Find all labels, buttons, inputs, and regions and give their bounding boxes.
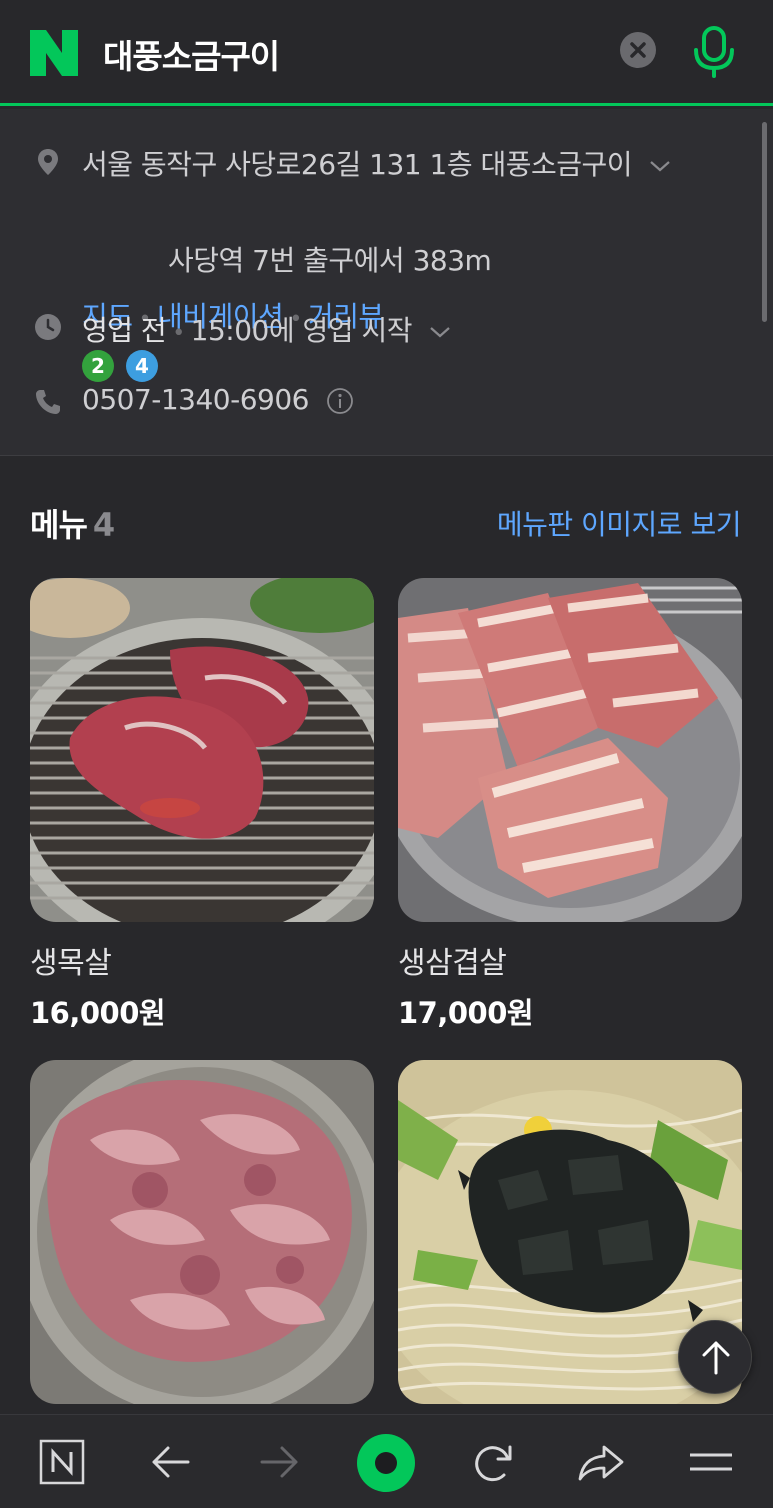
menu-item-photo[interactable]	[398, 578, 742, 922]
address-text: 서울 동작구 사당로26길 131 1층 대풍소금구이	[82, 148, 633, 181]
menu-section-title: 메뉴 4	[30, 500, 115, 546]
menu-item-price: 16,000원	[30, 996, 166, 1030]
microphone-icon[interactable]	[690, 24, 738, 80]
address-row[interactable]: 서울 동작구 사당로26길 131 1층 대풍소금구이	[82, 143, 672, 183]
subway-line-2-badge: 2	[82, 350, 114, 382]
search-header: 대풍소금구이	[0, 0, 773, 106]
business-status: 영업 전	[82, 314, 167, 347]
refresh-icon[interactable]	[468, 1437, 518, 1487]
clear-search-button[interactable]	[620, 32, 656, 68]
phone-number[interactable]: 0507-1340-6906	[82, 383, 309, 416]
menu-title-text: 메뉴	[30, 506, 88, 544]
place-info-section: 서울 동작구 사당로26길 131 1층 대풍소금구이 지도 • 내비게이션 • 거리뷰…	[0, 109, 773, 456]
business-hours: 15:00에 영업 시작	[190, 314, 413, 347]
clock-icon	[35, 314, 61, 340]
arrow-up-icon	[702, 1341, 730, 1375]
forward-arrow-icon[interactable]	[254, 1437, 304, 1487]
subway-directions: 사당역 7번 출구에서 383m	[168, 244, 492, 277]
subway-line-4-badge: 4	[126, 350, 158, 382]
phone-icon	[36, 390, 60, 414]
share-icon[interactable]	[576, 1437, 626, 1487]
menu-item-card[interactable]: 생목살 16,000원	[30, 578, 374, 1032]
menu-icon[interactable]	[686, 1437, 736, 1487]
close-icon	[630, 42, 646, 58]
menu-image-link[interactable]: 메뉴판 이미지로 보기	[497, 503, 742, 543]
menu-item-card[interactable]: 생삼겹살 17,000원	[398, 578, 742, 1032]
menu-item-card[interactable]	[30, 1060, 374, 1420]
back-arrow-icon[interactable]	[146, 1437, 196, 1487]
bottom-navigation	[0, 1414, 773, 1508]
chevron-down-icon[interactable]	[648, 158, 672, 174]
menu-item-photo[interactable]	[30, 578, 374, 922]
menu-item-name: 생목살	[30, 946, 112, 981]
separator-dot: •	[172, 321, 185, 346]
menu-count: 4	[92, 506, 115, 544]
menu-item-price: 17,000원	[398, 996, 534, 1030]
location-pin-icon	[38, 149, 58, 175]
menu-item-name: 생삼겹살	[398, 946, 507, 981]
menu-item-photo[interactable]	[30, 1060, 374, 1404]
scrollbar[interactable]	[762, 122, 767, 322]
business-hours-row[interactable]: 영업 전 • 15:00에 영업 시작	[82, 309, 452, 349]
naver-home-icon[interactable]	[37, 1437, 87, 1487]
phone-row[interactable]: 0507-1340-6906	[82, 383, 355, 416]
green-dot-icon[interactable]	[356, 1433, 416, 1493]
chevron-down-icon[interactable]	[428, 324, 452, 340]
scroll-to-top-button[interactable]	[678, 1320, 752, 1394]
search-query[interactable]: 대풍소금구이	[103, 30, 280, 78]
info-icon[interactable]	[325, 386, 355, 416]
naver-logo-icon[interactable]	[30, 30, 78, 76]
